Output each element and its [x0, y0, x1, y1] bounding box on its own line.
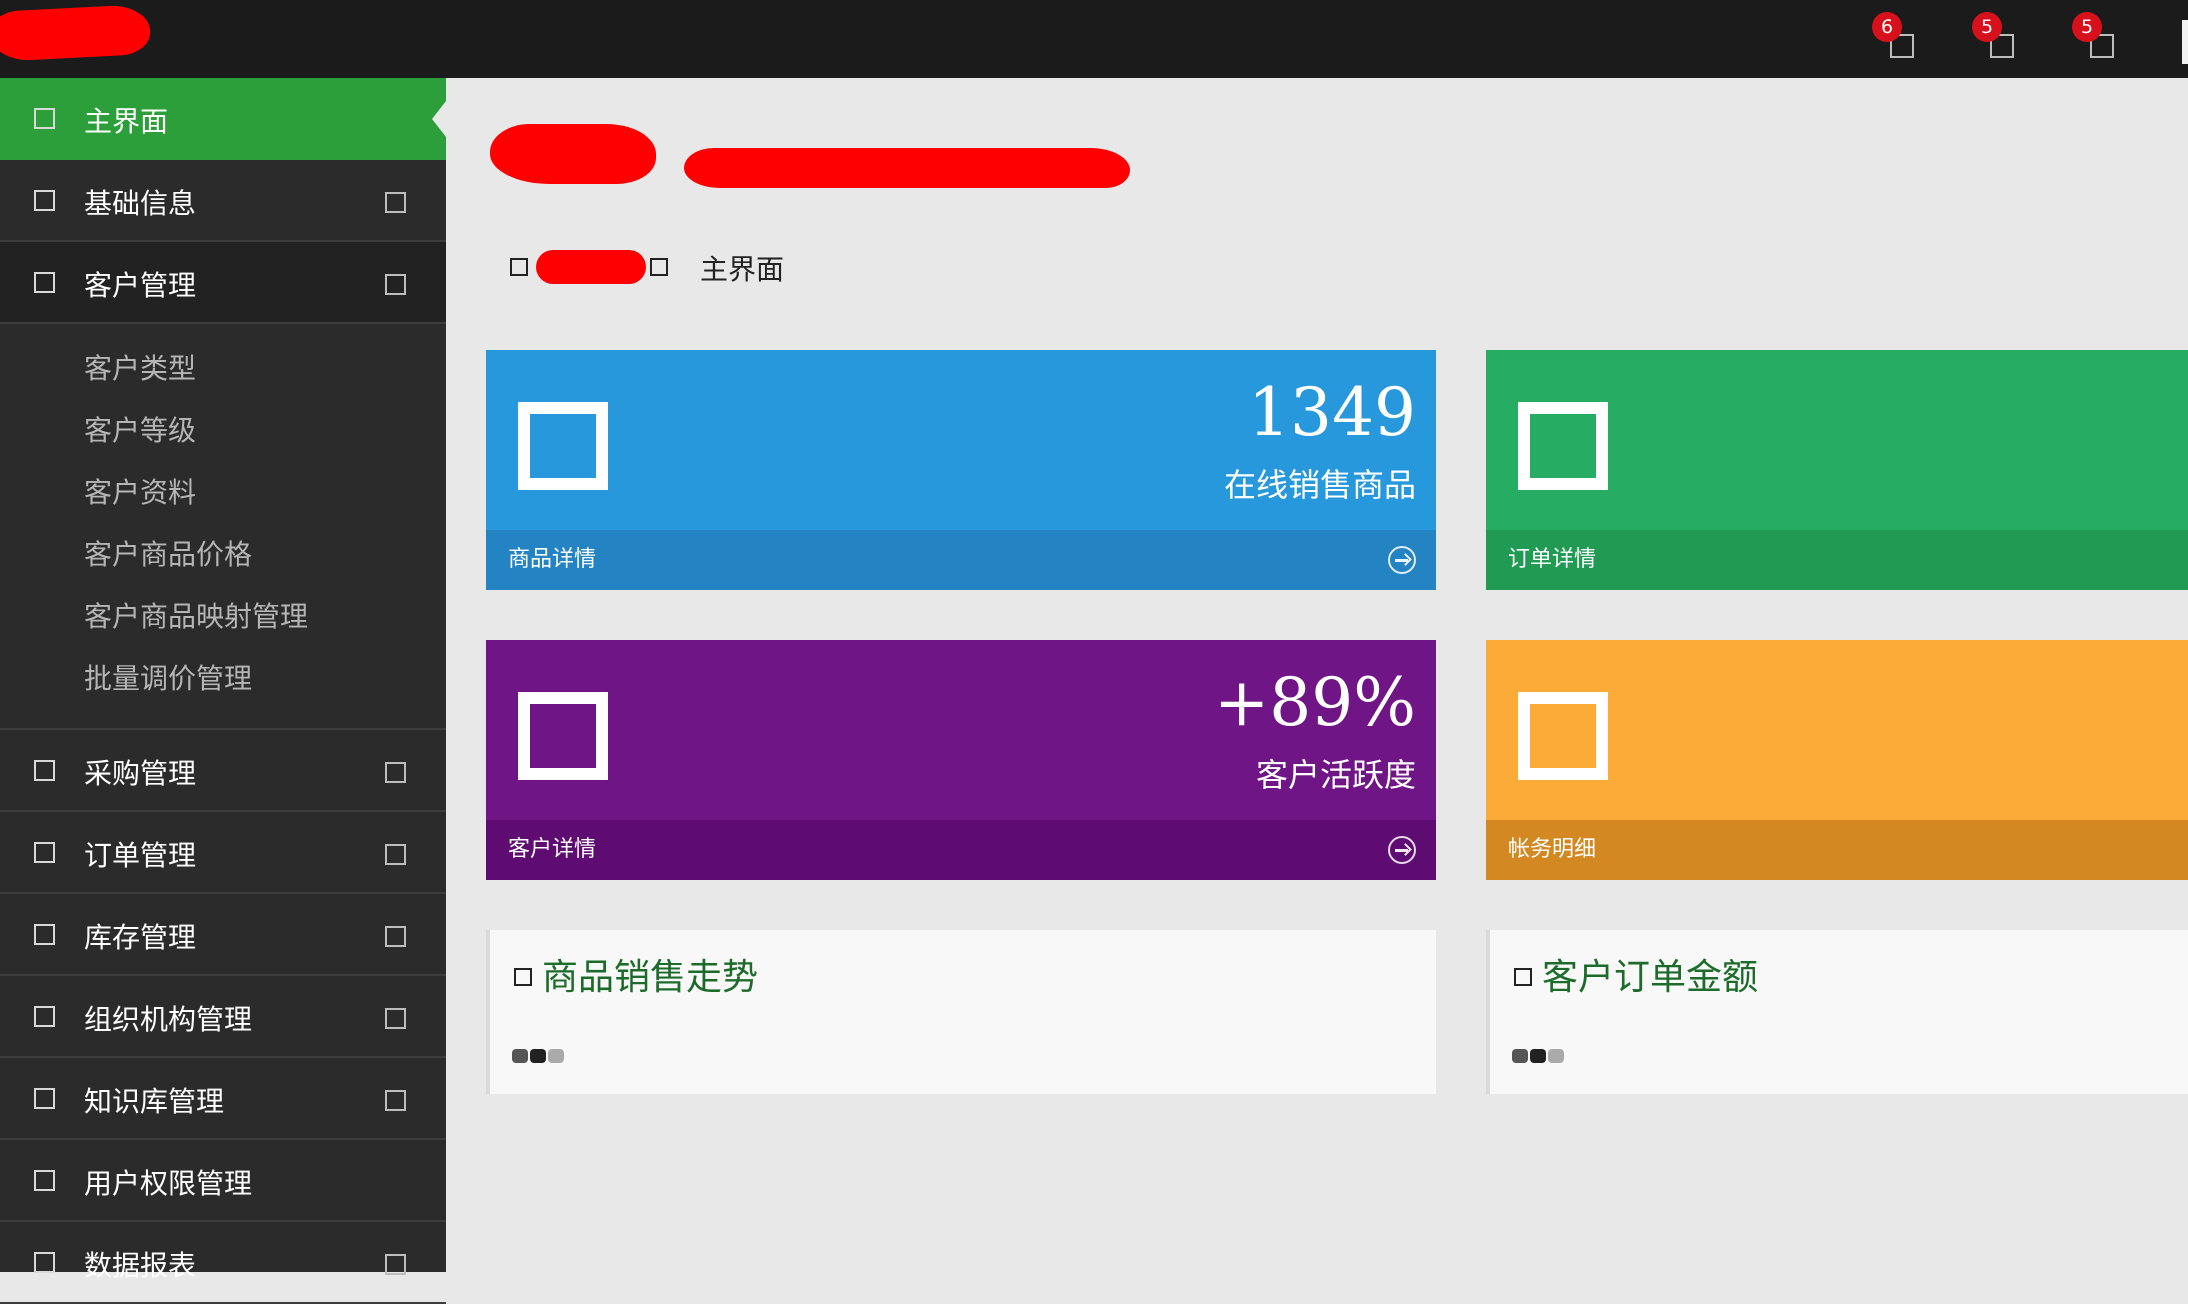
submenu-item-customer-product-mapping[interactable]: 客户商品映射管理: [0, 586, 446, 648]
user-permissions-icon: [34, 1170, 55, 1191]
submenu-item-batch-price-adjust[interactable]: 批量调价管理: [0, 648, 446, 710]
order-details-link[interactable]: 订单详情: [1486, 530, 2188, 590]
customer-submenu: 客户类型 客户等级 客户资料 客户商品价格 客户商品映射管理 批量调价管理: [0, 324, 446, 730]
top-navbar: 6 5 5: [0, 0, 2188, 78]
orders-icon: [34, 842, 55, 863]
products-label: 在线销售商品: [1223, 466, 1416, 504]
account-details-label: 帐务明细: [1508, 837, 1597, 862]
sidebar-item-reports[interactable]: 数据报表: [0, 1222, 446, 1304]
sidebar: 主界面 基础信息 客户管理 客户类型 客户等级 客户资料 客户商品价格 客户商品…: [0, 78, 446, 1304]
chart-icon: [1514, 968, 1532, 986]
basic-info-icon: [34, 190, 55, 211]
notification-badge: 6: [1872, 12, 1902, 42]
loading-indicator: [1512, 1048, 1566, 1064]
redacted-breadcrumb-home[interactable]: [536, 250, 646, 284]
customer-details-label: 客户详情: [508, 837, 597, 862]
order-details-label: 订单详情: [1508, 547, 1597, 572]
panel-title: 客户订单金额: [1542, 957, 1759, 998]
arrow-circle-right-icon: [1388, 546, 1416, 574]
home-icon: [510, 258, 528, 276]
notification-button-1[interactable]: 6: [1872, 12, 1918, 62]
customer-icon: [34, 272, 55, 293]
main-content: 主界面 1349 在线销售商品 商品详情 订单详情 +89% 客户活跃度 客户详…: [446, 78, 2188, 1272]
submenu-item-customer-profile[interactable]: 客户资料: [0, 462, 446, 524]
message-badge: 5: [1972, 12, 2002, 42]
stat-tile-products: 1349 在线销售商品 商品详情: [486, 350, 1436, 590]
redacted-page-subtitle: [684, 148, 1130, 188]
chart-icon: [514, 968, 532, 986]
sidebar-item-orders[interactable]: 订单管理: [0, 812, 446, 894]
sidebar-item-label: 组织机构管理: [84, 1003, 253, 1036]
products-icon: [518, 402, 608, 490]
submenu-item-customer-type[interactable]: 客户类型: [0, 338, 446, 400]
expand-icon: [385, 192, 406, 213]
sidebar-item-customer-management[interactable]: 客户管理: [0, 242, 446, 324]
sidebar-item-knowledge-base[interactable]: 知识库管理: [0, 1058, 446, 1140]
collapse-icon: [385, 274, 406, 295]
account-details-link[interactable]: 帐务明细: [1486, 820, 2188, 880]
customers-icon: [518, 692, 608, 780]
expand-icon: [385, 1090, 406, 1111]
purchasing-icon: [34, 760, 55, 781]
sidebar-item-label: 订单管理: [84, 839, 197, 872]
sidebar-item-label: 库存管理: [84, 921, 197, 954]
sidebar-item-label: 主界面: [84, 105, 169, 138]
product-details-link[interactable]: 商品详情: [486, 530, 1436, 590]
task-badge: 5: [2072, 12, 2102, 42]
sidebar-item-label: 采购管理: [84, 757, 197, 790]
submenu-item-customer-level[interactable]: 客户等级: [0, 400, 446, 462]
sidebar-item-label: 基础信息: [84, 187, 197, 220]
sidebar-item-basic-info[interactable]: 基础信息: [0, 160, 446, 242]
sidebar-item-user-permissions[interactable]: 用户权限管理: [0, 1140, 446, 1222]
user-menu-edge[interactable]: [2182, 20, 2188, 64]
arrow-circle-right-icon: [1388, 836, 1416, 864]
expand-icon: [385, 1008, 406, 1029]
stat-tile-customers: +89% 客户活跃度 客户详情: [486, 640, 1436, 880]
sidebar-item-label: 客户管理: [84, 269, 197, 302]
loading-indicator: [512, 1048, 566, 1064]
sidebar-item-organization[interactable]: 组织机构管理: [0, 976, 446, 1058]
stat-tile-orders: 订单详情: [1486, 350, 2188, 590]
customer-details-link[interactable]: 客户详情: [486, 820, 1436, 880]
order-amount-panel: 客户订单金额: [1486, 930, 2188, 1094]
sidebar-item-dashboard[interactable]: 主界面: [0, 78, 446, 160]
dashboard-icon: [34, 108, 55, 129]
customer-activity-label: 客户活跃度: [1255, 756, 1416, 794]
sidebar-item-label: 数据报表: [84, 1249, 197, 1282]
organization-icon: [34, 1006, 55, 1027]
breadcrumb-current: 主界面: [700, 253, 785, 286]
redacted-page-title: [490, 124, 656, 184]
panel-title: 商品销售走势: [542, 957, 759, 998]
expand-icon: [385, 844, 406, 865]
accounts-icon: [1518, 692, 1608, 780]
customer-activity-value: +89%: [1214, 664, 1416, 741]
submenu-item-customer-product-price[interactable]: 客户商品价格: [0, 524, 446, 586]
redacted-brand: [0, 3, 152, 63]
sales-trend-panel: 商品销售走势: [486, 930, 1436, 1094]
breadcrumb-separator-icon: [650, 258, 668, 276]
expand-icon: [385, 762, 406, 783]
product-details-label: 商品详情: [508, 547, 597, 572]
reports-icon: [34, 1252, 55, 1273]
sidebar-item-inventory[interactable]: 库存管理: [0, 894, 446, 976]
orders-icon: [1518, 402, 1608, 490]
expand-icon: [385, 926, 406, 947]
inventory-icon: [34, 924, 55, 945]
stat-tile-accounts: 帐务明细: [1486, 640, 2188, 880]
knowledge-base-icon: [34, 1088, 55, 1109]
notification-button-2[interactable]: 5: [1972, 12, 2018, 62]
notification-button-3[interactable]: 5: [2072, 12, 2118, 62]
products-count: 1349: [1248, 374, 1416, 451]
sidebar-item-label: 知识库管理: [84, 1085, 225, 1118]
sidebar-item-label: 用户权限管理: [84, 1167, 253, 1200]
sidebar-item-purchasing[interactable]: 采购管理: [0, 730, 446, 812]
